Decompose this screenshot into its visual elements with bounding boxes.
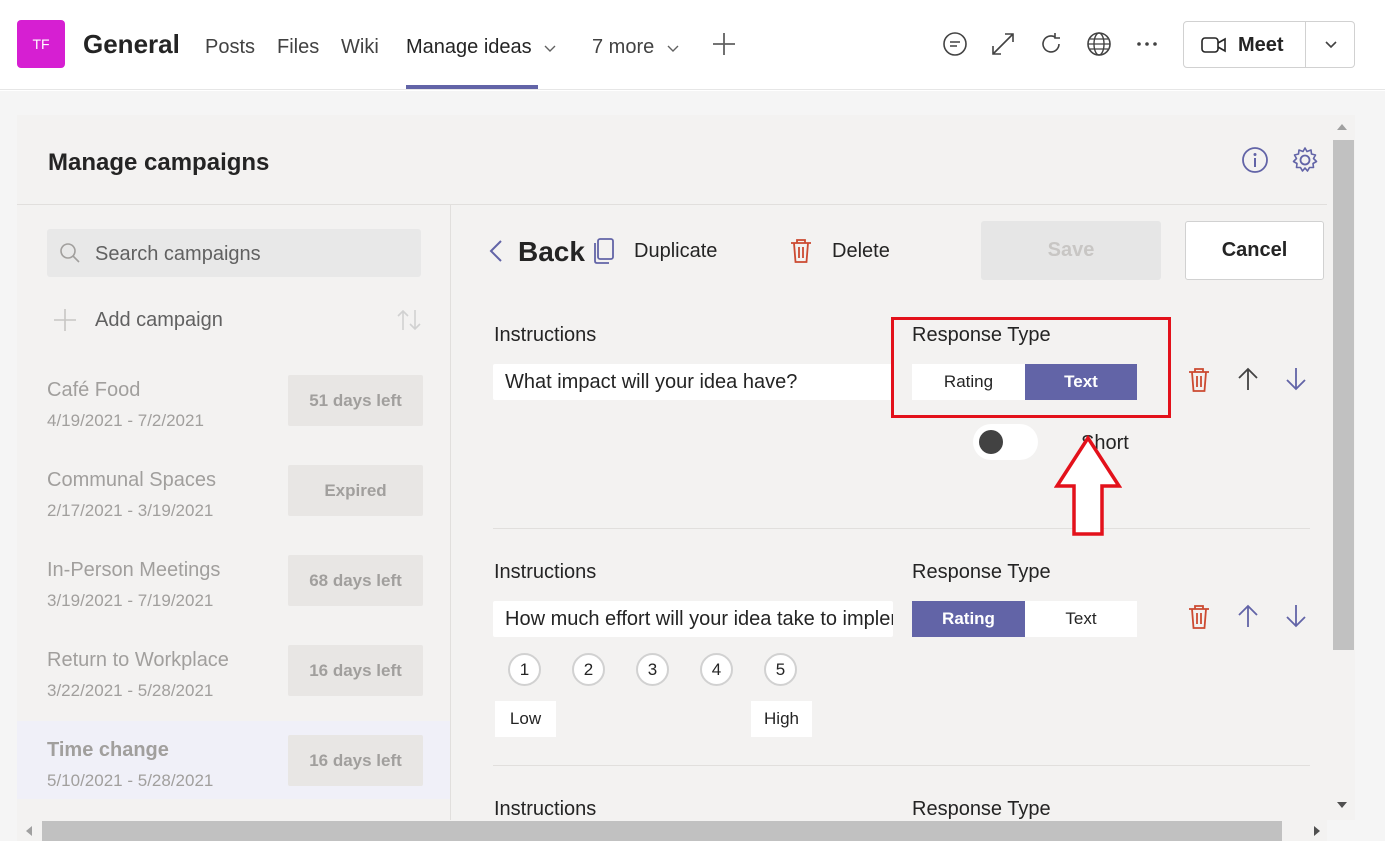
channel-header: TF General Posts Files Wiki Manage ideas… bbox=[0, 0, 1385, 90]
campaign-item[interactable]: Return to Workplace 3/22/2021 - 5/28/202… bbox=[47, 649, 229, 701]
scroll-left-arrow-icon[interactable] bbox=[24, 825, 34, 837]
tab-more[interactable]: 7 more bbox=[592, 36, 680, 59]
panel-divider bbox=[17, 204, 1327, 205]
more-options-icon[interactable] bbox=[1133, 30, 1161, 58]
scroll-down-arrow-icon[interactable] bbox=[1336, 800, 1348, 810]
low-label-input[interactable]: Low bbox=[495, 701, 556, 737]
meet-divider bbox=[1305, 22, 1306, 67]
cancel-button[interactable]: Cancel bbox=[1185, 221, 1324, 280]
status-badge: 68 days left bbox=[288, 555, 423, 606]
short-answer-toggle[interactable] bbox=[973, 424, 1038, 460]
meet-button[interactable]: Meet bbox=[1183, 21, 1355, 68]
arrow-up-icon[interactable] bbox=[1236, 366, 1260, 392]
campaign-dates: 3/19/2021 - 7/19/2021 bbox=[47, 591, 214, 610]
chevron-down-icon bbox=[544, 45, 556, 52]
status-badge: 16 days left bbox=[288, 645, 423, 696]
chevron-down-icon bbox=[667, 45, 679, 52]
campaign-title: Return to Workplace bbox=[47, 649, 229, 671]
horizontal-scroll-thumb[interactable] bbox=[42, 821, 1282, 841]
campaign-dates: 2/17/2021 - 3/19/2021 bbox=[47, 501, 214, 520]
conversation-icon[interactable] bbox=[941, 30, 969, 58]
back-button[interactable]: Back bbox=[518, 236, 585, 268]
instructions-input[interactable]: What impact will your idea have? bbox=[493, 364, 893, 400]
add-tab-icon[interactable] bbox=[710, 30, 738, 58]
team-avatar[interactable]: TF bbox=[17, 20, 65, 68]
response-type-label: Response Type bbox=[912, 561, 1051, 583]
status-badge: 51 days left bbox=[288, 375, 423, 426]
campaign-title: Time change bbox=[47, 739, 169, 761]
channel-name: General bbox=[83, 29, 180, 59]
tab-wiki[interactable]: Wiki bbox=[341, 36, 379, 59]
vertical-scroll-thumb[interactable] bbox=[1333, 140, 1354, 650]
meet-button-label: Meet bbox=[1238, 34, 1284, 56]
response-type-label: Response Type bbox=[912, 798, 1051, 820]
page-title: Manage campaigns bbox=[48, 149, 270, 176]
campaign-dates: 4/19/2021 - 7/2/2021 bbox=[47, 411, 204, 430]
campaign-item[interactable]: Café Food 4/19/2021 - 7/2/2021 bbox=[47, 379, 204, 431]
annotation-arrow-up-icon bbox=[1054, 434, 1122, 536]
tab-manage-ideas[interactable]: Manage ideas bbox=[406, 36, 557, 59]
instructions-input[interactable]: How much effort will your idea take to i… bbox=[493, 601, 893, 637]
toggle-knob bbox=[979, 430, 1003, 454]
expand-icon[interactable] bbox=[989, 30, 1017, 58]
duplicate-icon[interactable] bbox=[592, 237, 616, 265]
plus-icon[interactable] bbox=[52, 307, 78, 333]
campaign-dates: 5/10/2021 - 5/28/2021 bbox=[47, 771, 214, 790]
tab-more-label: 7 more bbox=[592, 36, 655, 58]
arrow-down-icon[interactable] bbox=[1284, 603, 1308, 629]
back-chevron-icon[interactable] bbox=[486, 238, 506, 264]
highlight-box bbox=[891, 317, 1171, 418]
active-tab-indicator bbox=[406, 85, 538, 89]
status-badge: 16 days left bbox=[288, 735, 423, 786]
scroll-up-arrow-icon[interactable] bbox=[1336, 122, 1348, 132]
duplicate-button[interactable]: Duplicate bbox=[634, 240, 717, 263]
globe-icon[interactable] bbox=[1085, 30, 1113, 58]
high-label-input[interactable]: High bbox=[751, 701, 812, 737]
campaign-item-selected[interactable]: Time change 5/10/2021 - 5/28/2021 bbox=[47, 739, 213, 791]
instructions-label: Instructions bbox=[494, 798, 597, 820]
delete-button[interactable]: Delete bbox=[832, 240, 890, 263]
rating-option[interactable]: 5 bbox=[764, 653, 797, 686]
sort-icon[interactable] bbox=[396, 308, 422, 332]
tab-files[interactable]: Files bbox=[277, 36, 319, 59]
question-divider bbox=[493, 765, 1310, 766]
rating-option[interactable]: 3 bbox=[636, 653, 669, 686]
refresh-icon[interactable] bbox=[1037, 30, 1065, 58]
chevron-down-icon[interactable] bbox=[1324, 39, 1338, 51]
campaign-item[interactable]: Communal Spaces 2/17/2021 - 3/19/2021 bbox=[47, 469, 216, 521]
trash-icon[interactable] bbox=[789, 237, 813, 265]
save-button[interactable]: Save bbox=[981, 221, 1161, 280]
response-type-text-option[interactable]: Text bbox=[1025, 601, 1137, 637]
tab-posts[interactable]: Posts bbox=[205, 36, 255, 59]
instructions-label: Instructions bbox=[494, 324, 597, 346]
campaign-item[interactable]: In-Person Meetings 3/19/2021 - 7/19/2021 bbox=[47, 559, 220, 611]
campaign-title: Communal Spaces bbox=[47, 469, 216, 491]
gear-icon[interactable] bbox=[1291, 146, 1319, 174]
status-badge: Expired bbox=[288, 465, 423, 516]
info-icon[interactable] bbox=[1241, 146, 1269, 174]
rating-option[interactable]: 2 bbox=[572, 653, 605, 686]
response-type-rating-option[interactable]: Rating bbox=[912, 601, 1025, 637]
sidebar-divider bbox=[450, 205, 451, 841]
arrow-up-icon[interactable] bbox=[1236, 603, 1260, 629]
scroll-right-arrow-icon[interactable] bbox=[1312, 825, 1322, 837]
campaign-title: Café Food bbox=[47, 379, 141, 401]
search-icon bbox=[60, 243, 80, 263]
tab-manage-ideas-label: Manage ideas bbox=[406, 36, 532, 58]
campaign-title: In-Person Meetings bbox=[47, 559, 221, 581]
add-campaign-button[interactable]: Add campaign bbox=[95, 309, 223, 332]
trash-icon[interactable] bbox=[1187, 603, 1211, 631]
video-camera-icon bbox=[1201, 37, 1226, 53]
arrow-down-icon[interactable] bbox=[1284, 366, 1308, 392]
trash-icon[interactable] bbox=[1187, 366, 1211, 394]
rating-option[interactable]: 4 bbox=[700, 653, 733, 686]
search-placeholder: Search campaigns bbox=[95, 243, 261, 265]
search-campaigns-field[interactable]: Search campaigns bbox=[47, 229, 421, 277]
rating-option[interactable]: 1 bbox=[508, 653, 541, 686]
instructions-label: Instructions bbox=[494, 561, 597, 583]
campaign-dates: 3/22/2021 - 5/28/2021 bbox=[47, 681, 214, 700]
question-divider bbox=[493, 528, 1310, 529]
